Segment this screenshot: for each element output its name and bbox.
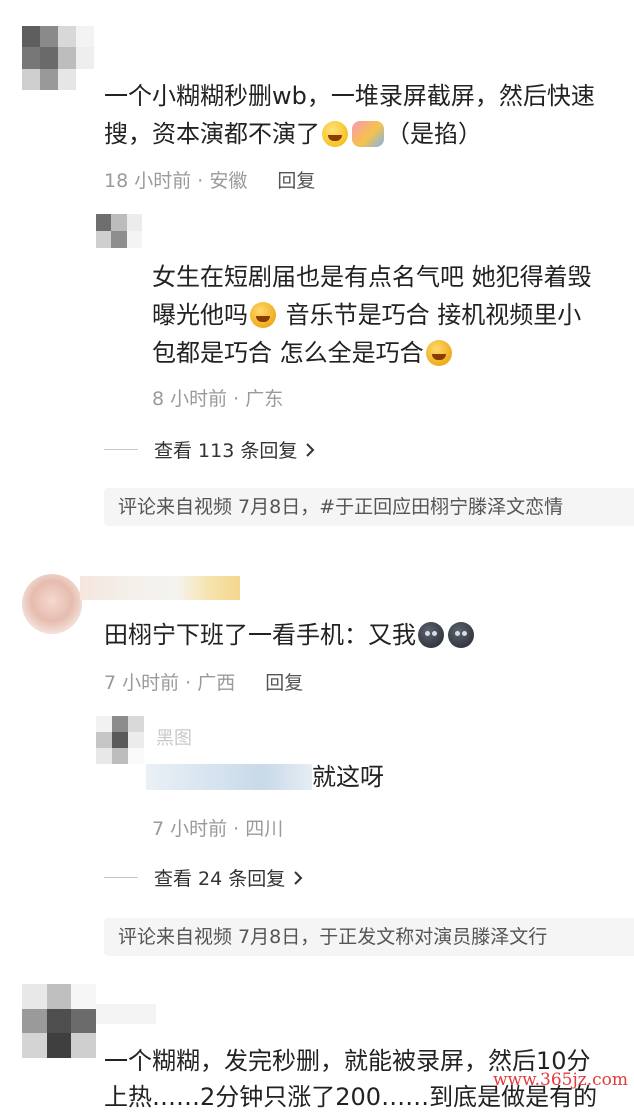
reply-meta: 7 小时前 · 四川 <box>152 818 284 840</box>
comment-meta: 18 小时前 · 安徽 回复 <box>104 170 316 192</box>
dark-face-emoji-icon <box>448 622 474 648</box>
chevron-right-icon <box>294 870 303 885</box>
hugging-face-emoji-icon <box>425 340 452 366</box>
reply-avatar[interactable] <box>96 214 142 248</box>
comment-text: 一个小糊糊秒删wb，一堆录屏截屏，然后快速 <box>104 82 595 110</box>
comment-text-line2: 搜，资本演都不演了 （是掐） <box>104 120 482 148</box>
reply-text: 就这呀 <box>312 763 384 791</box>
hugging-face-emoji-icon <box>250 302 276 328</box>
chevron-right-icon <box>306 442 315 457</box>
video-source-link[interactable]: 评论来自视频 7月8日，于正发文称对演员滕泽文行 <box>104 918 634 956</box>
dark-face-emoji-icon <box>418 622 444 648</box>
username-mosaic[interactable] <box>80 576 240 600</box>
reply-username[interactable]: 黑图 <box>156 724 192 750</box>
reply-avatar[interactable] <box>96 716 144 764</box>
avatar[interactable] <box>22 574 82 634</box>
comment-text: 田栩宁下班了一看手机：又我 <box>104 616 476 654</box>
avatar[interactable] <box>22 26 94 90</box>
view-more-replies[interactable]: 查看 24 条回复 <box>104 864 305 891</box>
watermark: www.365jz.com <box>493 1070 628 1090</box>
reply-button[interactable]: 回复 <box>265 672 303 694</box>
grin-emoji-icon <box>322 121 348 147</box>
username-mosaic[interactable] <box>96 1004 156 1024</box>
reply-text-line2: 曝光他吗 音乐节是巧合 接机视频里小 <box>152 301 582 329</box>
reply-button[interactable]: 回复 <box>277 170 315 192</box>
reply-meta: 8 小时前 · 广东 <box>152 388 284 410</box>
divider <box>104 877 138 878</box>
mention-mosaic <box>146 764 312 790</box>
view-more-replies[interactable]: 查看 113 条回复 <box>104 436 317 463</box>
divider <box>104 449 138 450</box>
reply-text: 女生在短剧届也是有点名气吧 她犯得着毁 <box>152 263 592 291</box>
reply-text-line3: 包都是巧合 怎么全是巧合 <box>152 334 454 372</box>
video-source-link[interactable]: 评论来自视频 7月8日，#于正回应田栩宁滕泽文恋情 <box>104 488 634 526</box>
comment-meta: 7 小时前 · 广西 回复 <box>104 672 304 694</box>
avatar[interactable] <box>22 984 96 1058</box>
kissing-couple-emoji-icon <box>352 121 384 147</box>
